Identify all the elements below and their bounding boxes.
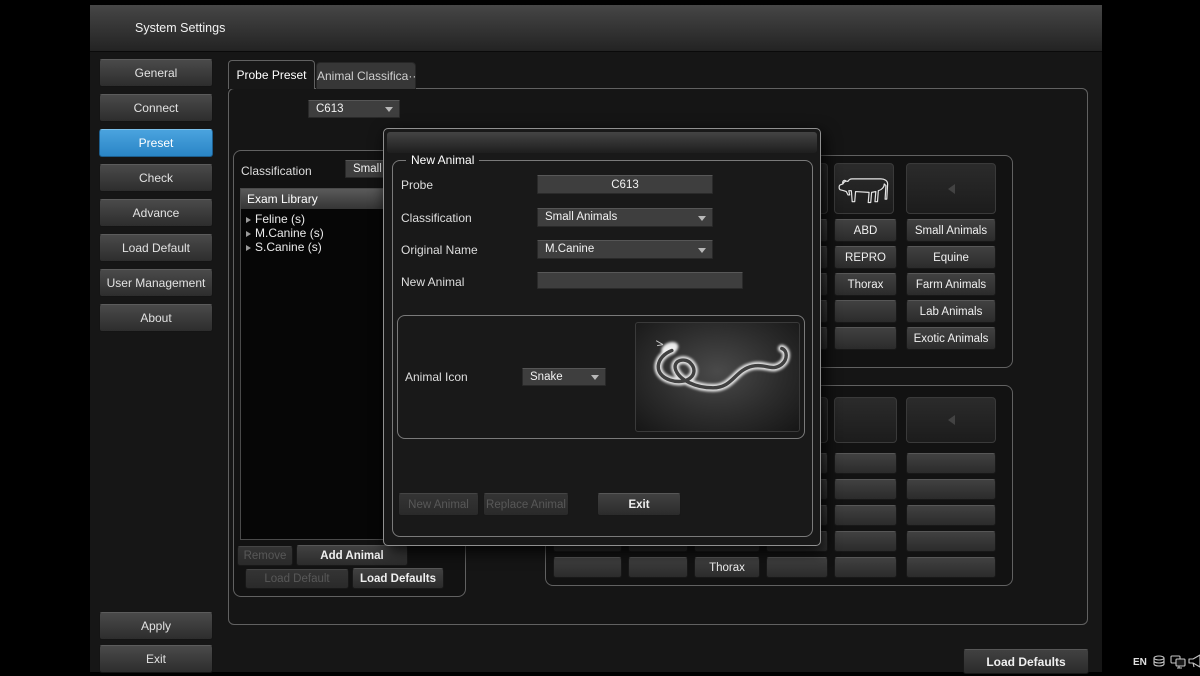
list-item-label: M.Canine (s) bbox=[255, 226, 324, 240]
probe-dropdown-value: C613 bbox=[316, 103, 344, 115]
dialog-classification-value: Small Animals bbox=[545, 211, 617, 223]
tab-animal-classification[interactable]: Animal Classifica··· bbox=[316, 62, 416, 89]
speaker-icon bbox=[1188, 653, 1200, 669]
sidebar-item-check[interactable]: Check bbox=[99, 164, 213, 192]
dialog-classification-label: Classification bbox=[401, 211, 472, 225]
load-default-button[interactable]: Load Default bbox=[245, 569, 349, 589]
chevron-down-icon bbox=[385, 107, 393, 112]
cow-image bbox=[834, 163, 894, 214]
exam-image-slot bbox=[834, 397, 897, 443]
app-root: System Settings General Connect Preset C… bbox=[0, 0, 1200, 676]
chevron-down-icon bbox=[591, 375, 599, 380]
dialog-new-animal-button[interactable]: New Animal bbox=[398, 493, 479, 516]
animal-icon-value: Snake bbox=[530, 371, 563, 383]
animal-image-slot-empty bbox=[906, 163, 996, 214]
animal-icon-dropdown[interactable]: Snake bbox=[522, 368, 606, 386]
expand-arrow-icon bbox=[246, 217, 251, 223]
sidebar-item-load-default[interactable]: Load Default bbox=[99, 234, 213, 262]
title-bar: System Settings bbox=[90, 5, 1102, 52]
sidebar-item-user-management[interactable]: User Management bbox=[99, 269, 213, 297]
list-item-label: S.Canine (s) bbox=[255, 240, 322, 254]
remove-button[interactable]: Remove bbox=[237, 546, 293, 566]
dialog-original-name-value: M.Canine bbox=[545, 243, 594, 255]
sidebar-item-general[interactable]: General bbox=[99, 59, 213, 87]
dialog-new-animal-label: New Animal bbox=[401, 275, 464, 289]
add-animal-button[interactable]: Add Animal bbox=[296, 545, 408, 566]
dialog-legend: New Animal bbox=[406, 153, 479, 167]
sidebar-item-about[interactable]: About bbox=[99, 304, 213, 332]
apply-button[interactable]: Apply bbox=[99, 612, 213, 640]
arrow-left-icon bbox=[948, 184, 955, 194]
expand-arrow-icon bbox=[246, 231, 251, 237]
exam-image-slot-empty bbox=[906, 397, 996, 443]
window-title: System Settings bbox=[135, 21, 225, 35]
dialog-probe-field[interactable]: C613 bbox=[537, 175, 713, 194]
tab-probe-preset[interactable]: Probe Preset bbox=[228, 60, 315, 89]
sidebar-item-preset[interactable]: Preset bbox=[99, 129, 213, 157]
dialog-original-name-dropdown[interactable]: M.Canine bbox=[537, 240, 713, 259]
classification-dropdown-value: Small bbox=[353, 163, 382, 175]
disk-icon bbox=[1152, 654, 1167, 669]
arrow-left-icon bbox=[948, 415, 955, 425]
chevron-down-icon bbox=[698, 216, 706, 221]
dual-monitor-icon bbox=[1170, 654, 1186, 669]
new-animal-dialog: New Animal Probe C613 Classification Sma… bbox=[383, 128, 821, 546]
list-item-label: Feline (s) bbox=[255, 212, 305, 226]
dialog-probe-label: Probe bbox=[401, 178, 433, 192]
load-defaults-library-button[interactable]: Load Defaults bbox=[352, 568, 444, 589]
cow-icon bbox=[837, 168, 891, 210]
dialog-original-name-label: Original Name bbox=[401, 243, 478, 257]
animal-icon-label: Animal Icon bbox=[405, 370, 468, 384]
dialog-exit-button[interactable]: Exit bbox=[597, 493, 681, 516]
probe-dropdown[interactable]: C613 bbox=[308, 100, 400, 118]
expand-arrow-icon bbox=[246, 245, 251, 251]
animal-icon-preview bbox=[635, 322, 800, 432]
sidebar-item-connect[interactable]: Connect bbox=[99, 94, 213, 122]
dialog-classification-dropdown[interactable]: Small Animals bbox=[537, 208, 713, 227]
chevron-down-icon bbox=[698, 248, 706, 253]
new-animal-name-input[interactable] bbox=[537, 272, 743, 289]
dialog-title-bar bbox=[387, 132, 817, 153]
snake-image bbox=[636, 323, 799, 431]
load-defaults-button[interactable]: Load Defaults bbox=[963, 649, 1089, 674]
dialog-replace-animal-button[interactable]: Replace Animal bbox=[483, 493, 569, 516]
language-indicator: EN bbox=[1133, 657, 1147, 668]
exit-button[interactable]: Exit bbox=[99, 645, 213, 673]
sidebar-item-advance[interactable]: Advance bbox=[99, 199, 213, 227]
classification-label: Classification bbox=[241, 164, 312, 178]
